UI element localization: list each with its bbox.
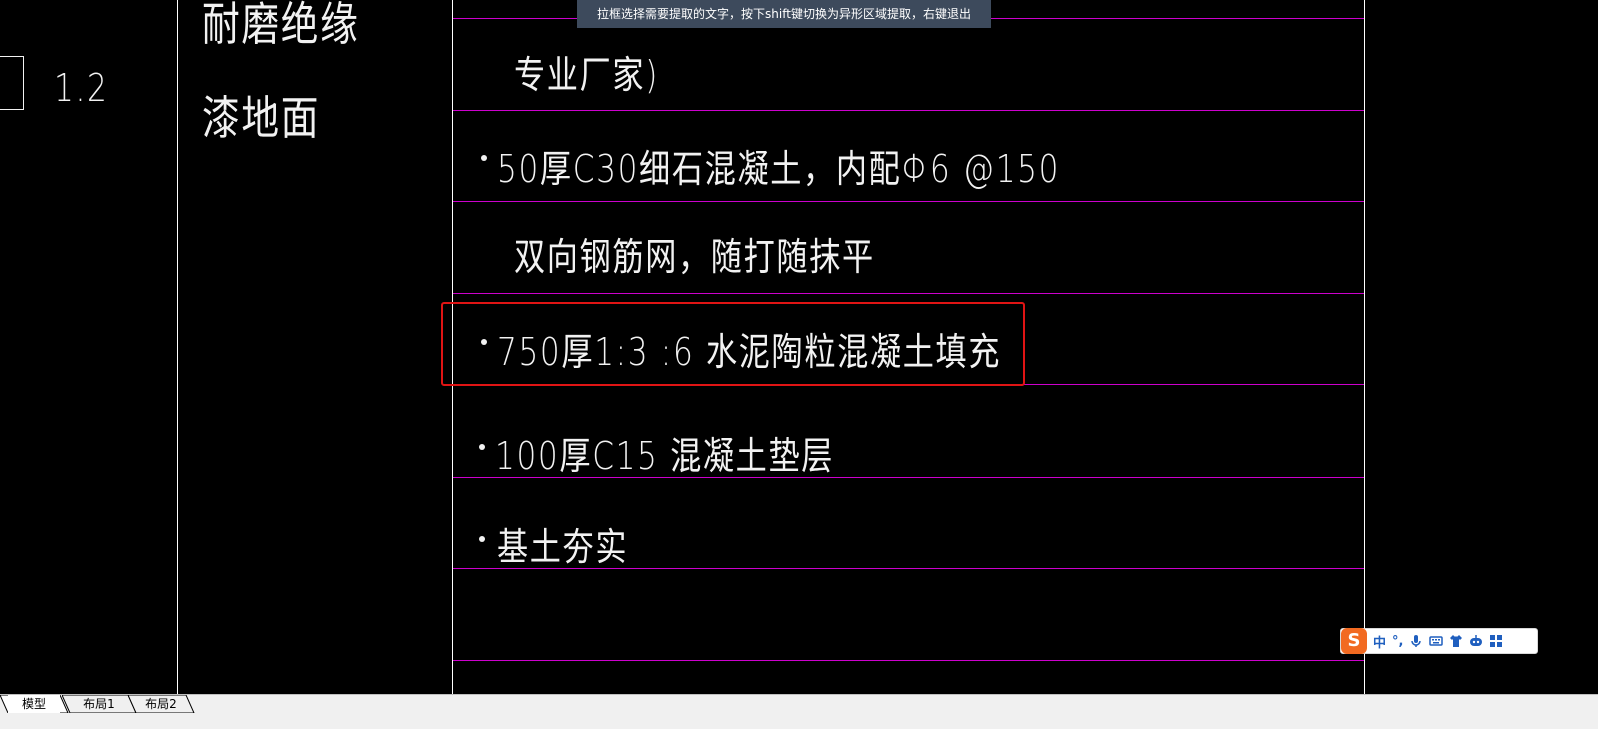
floor-name-line2: 漆地面 bbox=[202, 91, 321, 145]
floor-name-line1: 耐磨绝缘 bbox=[202, 0, 360, 51]
row-line bbox=[453, 110, 1364, 111]
keyboard-icon[interactable] bbox=[1429, 634, 1444, 648]
cad-drawing-canvas[interactable]: 1.2 耐磨绝缘 漆地面 专业厂家) 50厚C30细石混凝土，内配Φ6 @150… bbox=[0, 0, 1598, 708]
item-number: 1.2 bbox=[54, 66, 109, 110]
layer-text: 基土夯实 bbox=[497, 525, 629, 569]
layer-text: 50厚C30细石混凝土，内配Φ6 @150 bbox=[497, 147, 1061, 191]
tab-layout2[interactable]: 布局2 bbox=[136, 695, 186, 713]
column-divider-right bbox=[1364, 0, 1365, 694]
tab-model[interactable]: 模型 bbox=[8, 695, 60, 713]
microphone-icon[interactable] bbox=[1409, 634, 1423, 648]
bullet-dot bbox=[479, 536, 485, 542]
layer-text: 100厚C15 混凝土垫层 bbox=[495, 434, 835, 478]
column-divider-left bbox=[177, 0, 178, 694]
row-line bbox=[453, 201, 1364, 202]
layer-text: 专业厂家) bbox=[514, 53, 659, 97]
layer-text: 双向钢筋网，随打随抹平 bbox=[514, 235, 875, 279]
ime-logo-icon[interactable]: S bbox=[1341, 628, 1367, 654]
grid-icon[interactable] bbox=[1489, 634, 1503, 648]
row-line bbox=[453, 660, 1364, 661]
bullet-dot bbox=[481, 155, 487, 161]
bullet-dot bbox=[479, 444, 485, 450]
row-line bbox=[453, 293, 1364, 294]
tab-layout1[interactable]: 布局1 bbox=[70, 695, 128, 713]
ime-mode-toggle[interactable]: 中 bbox=[1373, 632, 1386, 651]
shirt-icon[interactable] bbox=[1449, 634, 1463, 648]
layout-tab-bar: 模型 布局1 布局2 bbox=[0, 694, 1598, 729]
ime-toolbar[interactable]: S 中 °, bbox=[1340, 628, 1538, 654]
symbol-box bbox=[0, 56, 24, 110]
ime-punct-toggle[interactable]: °, bbox=[1392, 634, 1403, 649]
text-extract-tooltip: 拉框选择需要提取的文字，按下shift键切换为异形区域提取，右键退出 bbox=[577, 0, 991, 28]
robot-icon[interactable] bbox=[1469, 634, 1483, 648]
selection-highlight-box bbox=[441, 302, 1025, 386]
